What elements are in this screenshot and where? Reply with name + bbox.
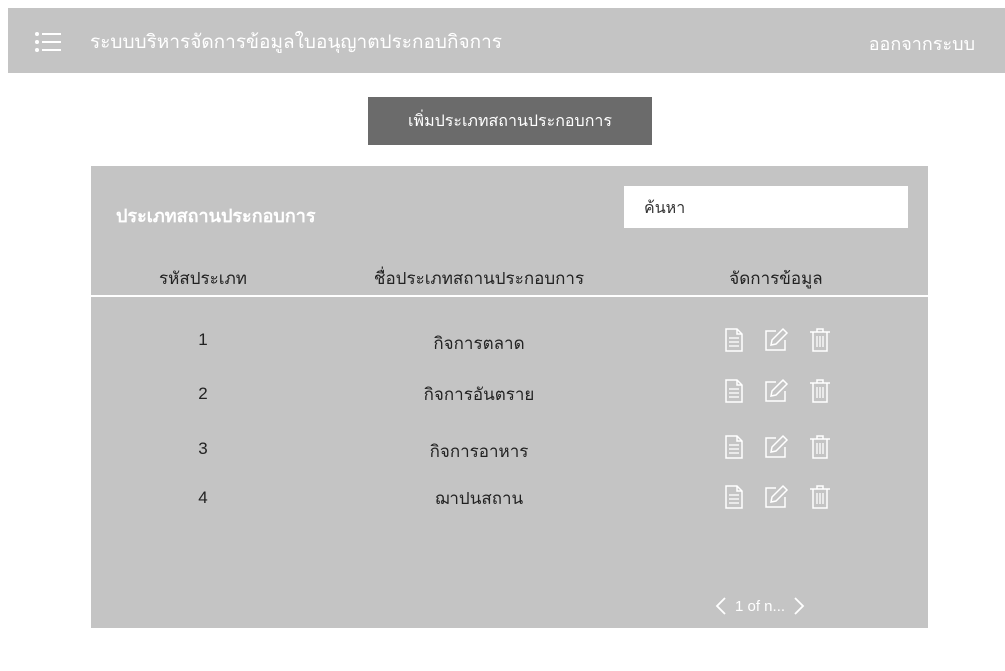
edit-icon[interactable] — [763, 327, 789, 353]
business-type-panel: ประเภทสถานประกอบการ รหัสประเภท ชื่อประเภ… — [91, 166, 928, 628]
pagination: 1 of n... — [715, 596, 805, 620]
view-document-icon[interactable] — [723, 378, 745, 404]
row-name: กิจการอาหาร — [429, 442, 529, 462]
row-code: 2 — [198, 384, 208, 403]
logout-link[interactable]: ออกจากระบบ — [869, 29, 975, 58]
row-code: 3 — [198, 439, 208, 458]
edit-icon[interactable] — [763, 434, 789, 460]
view-document-icon[interactable] — [723, 484, 745, 510]
delete-icon[interactable] — [809, 378, 831, 404]
row-code: 4 — [198, 488, 208, 507]
add-business-type-button[interactable]: เพิ่มประเภทสถานประกอบการ — [368, 97, 652, 145]
chevron-left-icon[interactable] — [715, 596, 727, 616]
row-code: 1 — [198, 330, 208, 349]
view-document-icon[interactable] — [723, 434, 745, 460]
edit-icon[interactable] — [763, 484, 789, 510]
page: ระบบบริหารจัดการข้อมูลใบอนุญาตประกอบกิจก… — [0, 0, 1005, 671]
delete-icon[interactable] — [809, 434, 831, 460]
edit-icon[interactable] — [763, 378, 789, 404]
column-header-name: ชื่อประเภทสถานประกอบการ — [373, 269, 585, 289]
delete-icon[interactable] — [809, 484, 831, 510]
chevron-right-icon[interactable] — [793, 596, 805, 616]
menu-icon[interactable] — [34, 30, 62, 54]
app-title: ระบบบริหารจัดการข้อมูลใบอนุญาตประกอบกิจก… — [90, 31, 503, 53]
search-input[interactable] — [624, 186, 908, 228]
delete-icon[interactable] — [809, 327, 831, 353]
column-header-code: รหัสประเภท — [159, 269, 247, 289]
row-name: ฌาปนสถาน — [434, 489, 524, 509]
top-header: ระบบบริหารจัดการข้อมูลใบอนุญาตประกอบกิจก… — [8, 8, 1005, 73]
view-document-icon[interactable] — [723, 327, 745, 353]
row-name: กิจการตลาด — [433, 334, 525, 354]
column-header-actions: จัดการข้อมูล — [729, 269, 823, 289]
header-divider — [91, 295, 928, 297]
page-indicator: 1 of n... — [735, 597, 786, 615]
panel-title: ประเภทสถานประกอบการ — [116, 206, 316, 227]
row-name: กิจการอันตราย — [423, 385, 535, 405]
